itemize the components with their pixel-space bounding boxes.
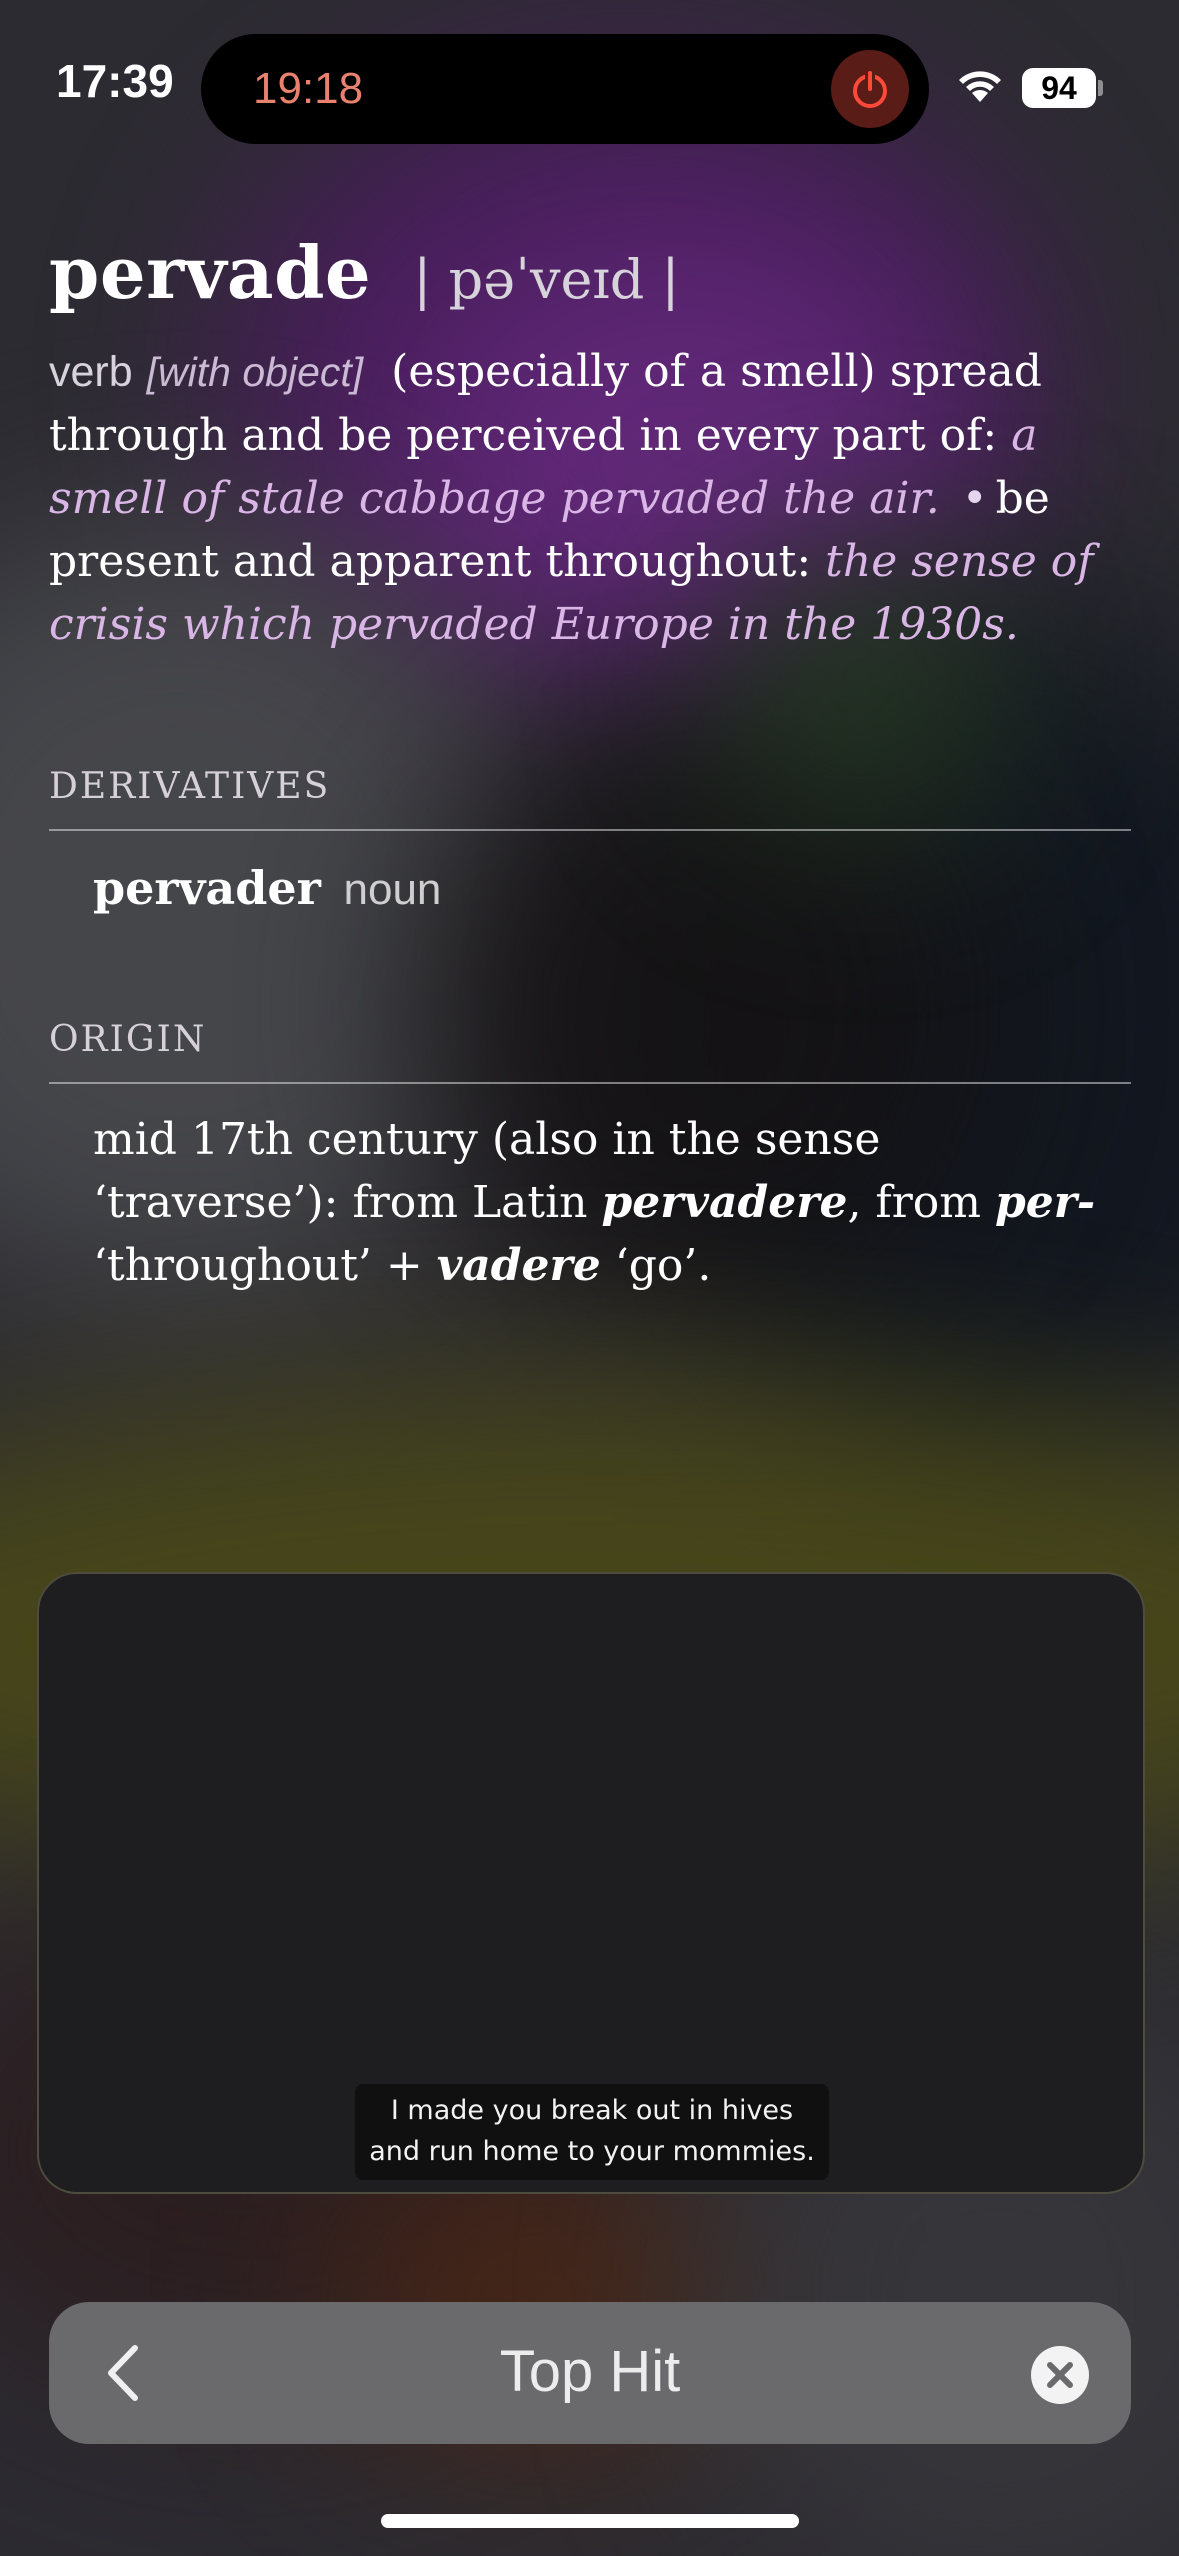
headword: pervade: [49, 230, 372, 315]
subtitle-line-1: I made you break out in hives: [390, 2095, 794, 2126]
wifi-icon: [956, 66, 1004, 108]
clear-search-icon[interactable]: [1031, 2346, 1089, 2404]
origin-text-part: ‘throughout’ +: [93, 1240, 437, 1291]
definition: verb [with object] (especially of a smell…: [49, 340, 1131, 656]
derivatives-heading: DERIVATIVES: [49, 766, 1131, 831]
power-icon: [831, 50, 909, 128]
headword-row: pervade | pəˈveɪd |: [49, 230, 1131, 340]
origin-term: pervadere: [601, 1177, 848, 1228]
origin-text: mid 17th century (also in the sense ‘tra…: [93, 1108, 1131, 1297]
subtitle-line-2: and run home to your mommies.: [369, 2136, 815, 2167]
origin-text-part: ‘go’.: [600, 1240, 712, 1291]
part-of-speech: verb: [49, 348, 133, 396]
island-timer: 19:18: [253, 64, 364, 113]
derivative-item[interactable]: pervader noun: [93, 861, 1131, 915]
pronunciation: | pəˈveɪd |: [413, 248, 680, 311]
derivative-pos: noun: [343, 865, 442, 914]
grammar-note: [with object]: [146, 349, 364, 395]
dynamic-island[interactable]: 19:18: [201, 34, 929, 144]
battery-nub: [1098, 80, 1103, 96]
origin-heading: ORIGIN: [49, 1019, 1131, 1084]
battery-icon: 94: [1022, 68, 1096, 108]
search-bar[interactable]: Top Hit: [49, 2302, 1131, 2444]
search-query[interactable]: Top Hit: [49, 2338, 1131, 2405]
origin-term: vadere: [436, 1240, 601, 1291]
sense-bullet: •: [961, 473, 988, 524]
origin-term: per-: [994, 1177, 1096, 1228]
derivative-word: pervader: [93, 861, 321, 915]
status-time: 17:39: [56, 55, 174, 107]
home-indicator[interactable]: [381, 2514, 799, 2528]
origin-text-part: , from: [847, 1177, 995, 1228]
subtitle-caption: I made you break out in hives and run ho…: [355, 2084, 829, 2180]
dictionary-entry: pervade | pəˈveɪd | verb [with object] (e…: [49, 230, 1131, 1297]
